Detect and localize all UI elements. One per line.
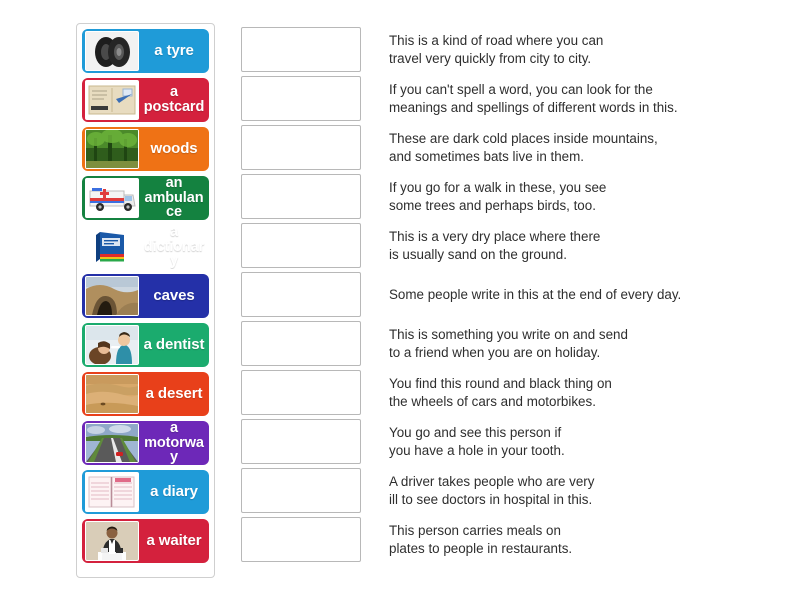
questions-list: This is a kind of road where you can tra… — [241, 27, 781, 566]
question-text: You go and see this person if you have a… — [389, 424, 565, 458]
question-row: This is a very dry place where there is … — [241, 223, 781, 268]
question-text: If you can't spell a word, you can look … — [389, 81, 678, 115]
dictionary-icon — [85, 227, 139, 267]
answer-dropbox[interactable] — [241, 517, 361, 562]
word-tile[interactable]: a diary — [82, 470, 209, 514]
diary-icon — [85, 472, 139, 512]
word-tile[interactable]: a dentist — [82, 323, 209, 367]
question-text: If you go for a walk in these, you see s… — [389, 179, 607, 213]
question-text: This person carries meals on plates to p… — [389, 522, 573, 556]
postcard-icon — [85, 80, 139, 120]
answer-dropbox[interactable] — [241, 76, 361, 121]
answer-dropbox[interactable] — [241, 174, 361, 219]
word-tile-label: a tyre — [154, 42, 194, 60]
question-text: This is a kind of road where you can tra… — [389, 32, 604, 66]
ambulance-icon — [85, 178, 139, 218]
question-row: Some people write in this at the end of … — [241, 272, 781, 317]
question-row: This is something you write on and send … — [241, 321, 781, 366]
word-tile-label: a diary — [150, 483, 198, 501]
question-text: This is something you write on and send … — [389, 326, 628, 360]
word-tile-label: a postcard — [143, 84, 205, 115]
word-tile-label: a desert — [145, 385, 203, 403]
answer-dropbox[interactable] — [241, 272, 361, 317]
question-text: A driver takes people who are very ill t… — [389, 473, 595, 507]
answer-dropbox[interactable] — [241, 223, 361, 268]
desert-icon — [85, 374, 139, 414]
word-tile[interactable]: a desert — [82, 372, 209, 416]
word-tile[interactable]: a postcard — [82, 78, 209, 122]
question-row: This is a kind of road where you can tra… — [241, 27, 781, 72]
word-tile[interactable]: caves — [82, 274, 209, 318]
question-text: This is a very dry place where there is … — [389, 228, 601, 262]
caves-icon — [85, 276, 139, 316]
woods-icon — [85, 129, 139, 169]
question-text: You find this round and black thing on t… — [389, 375, 612, 409]
tyre-icon — [85, 31, 139, 71]
dentist-icon — [85, 325, 139, 365]
word-tile[interactable]: a waiter — [82, 519, 209, 563]
word-tile-label: a motorway — [144, 421, 204, 465]
answer-dropbox[interactable] — [241, 321, 361, 366]
question-row: These are dark cold places inside mounta… — [241, 125, 781, 170]
word-tile[interactable]: woods — [82, 127, 209, 171]
question-row: If you can't spell a word, you can look … — [241, 76, 781, 121]
question-row: You go and see this person if you have a… — [241, 419, 781, 464]
question-row: This person carries meals on plates to p… — [241, 517, 781, 562]
word-tile-label: a dentist — [143, 336, 205, 354]
word-tile[interactable]: a tyre — [82, 29, 209, 73]
question-row: A driver takes people who are very ill t… — [241, 468, 781, 513]
answer-dropbox[interactable] — [241, 370, 361, 415]
motorway-icon — [85, 423, 139, 463]
word-tile-label: a dictionary — [143, 225, 205, 269]
answer-dropbox[interactable] — [241, 27, 361, 72]
tiles-panel: a tyre a postcard woods an ambulance a d… — [76, 23, 215, 578]
waiter-icon — [85, 521, 139, 561]
word-tile[interactable]: an ambulance — [82, 176, 209, 220]
activity-stage: a tyre a postcard woods an ambulance a d… — [0, 0, 800, 600]
word-tile-label: caves — [153, 287, 195, 305]
word-tile[interactable]: a motorway — [82, 421, 209, 465]
answer-dropbox[interactable] — [241, 468, 361, 513]
question-text: Some people write in this at the end of … — [389, 286, 682, 302]
word-tile-label: woods — [150, 140, 198, 158]
answer-dropbox[interactable] — [241, 419, 361, 464]
word-tile-label: an ambulance — [144, 176, 204, 220]
question-row: You find this round and black thing on t… — [241, 370, 781, 415]
word-tile[interactable]: a dictionary — [82, 225, 209, 269]
question-row: If you go for a walk in these, you see s… — [241, 174, 781, 219]
answer-dropbox[interactable] — [241, 125, 361, 170]
word-tile-label: a waiter — [146, 532, 202, 550]
question-text: These are dark cold places inside mounta… — [389, 130, 658, 164]
